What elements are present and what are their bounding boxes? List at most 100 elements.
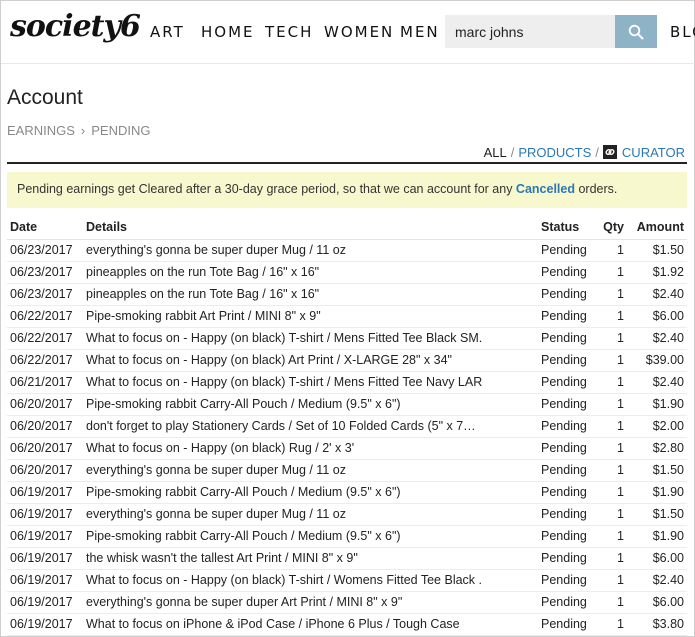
cell-amount: $39.00: [645, 353, 684, 367]
table-row: 06/20/2017 What to focus on - Happy (on b…: [7, 438, 687, 460]
cell-amount: $1.90: [652, 397, 684, 411]
cell-amount: $2.40: [652, 287, 684, 301]
cell-qty: 1: [617, 353, 624, 367]
notice-text: Pending earnings get Cleared after a 30-…: [17, 182, 516, 196]
cell-qty: 1: [617, 463, 624, 477]
cell-date: 06/23/2017: [10, 287, 73, 301]
cell-details: everything's gonna be super duper Mug / …: [86, 507, 346, 521]
cell-status: Pending: [541, 551, 587, 565]
cell-qty: 1: [617, 595, 624, 609]
cell-status: Pending: [541, 507, 587, 521]
cell-details: pineapples on the run Tote Bag / 16" x 1…: [86, 265, 320, 279]
cell-details: the whisk wasn't the tallest Art Print /…: [86, 551, 358, 565]
nav-item-art[interactable]: ART: [150, 23, 185, 41]
table-row: 06/23/2017 pineapples on the run Tote Bag…: [7, 262, 687, 284]
table-row: 06/19/2017 Pipe-smoking rabbit Carry-All …: [7, 526, 687, 548]
cell-qty: 1: [617, 375, 624, 389]
cell-qty: 1: [617, 573, 624, 587]
header-date: Date: [10, 220, 38, 234]
cell-details: Pipe-smoking rabbit Carry-All Pouch / Me…: [86, 397, 401, 411]
cell-status: Pending: [541, 397, 587, 411]
cell-date: 06/19/2017: [10, 485, 73, 499]
cell-amount: $6.00: [652, 595, 684, 609]
cell-status: Pending: [541, 485, 587, 499]
table-row: 06/22/2017 What to focus on - Happy (on b…: [7, 328, 687, 350]
logo[interactable]: society6: [10, 9, 141, 44]
cell-details: Pipe-smoking rabbit Carry-All Pouch / Me…: [86, 485, 401, 499]
cell-status: Pending: [541, 529, 587, 543]
cell-status: Pending: [541, 419, 587, 433]
cell-date: 06/22/2017: [10, 331, 73, 345]
table-row: 06/21/2017 What to focus on - Happy (on b…: [7, 372, 687, 394]
cell-details: What to focus on - Happy (on black) T-sh…: [86, 331, 483, 345]
nav-item-tech[interactable]: TECH: [265, 23, 313, 41]
cell-status: Pending: [541, 595, 587, 609]
search-button[interactable]: [615, 15, 657, 48]
cell-qty: 1: [617, 331, 624, 345]
table-header: Date Details Status Qty Amount: [7, 216, 687, 240]
cell-date: 06/20/2017: [10, 463, 73, 477]
cell-details: don't forget to play Stationery Cards / …: [86, 419, 476, 433]
table-row: 06/19/2017 everything's gonna be super du…: [7, 504, 687, 526]
cell-details: everything's gonna be super duper Mug / …: [86, 463, 346, 477]
cell-qty: 1: [617, 617, 624, 631]
cell-amount: $2.40: [652, 331, 684, 345]
search-input[interactable]: [445, 15, 615, 48]
cancelled-link[interactable]: Cancelled: [516, 182, 575, 196]
breadcrumb-earnings[interactable]: EARNINGS: [7, 123, 75, 138]
page-title: Account: [7, 86, 83, 109]
cell-status: Pending: [541, 617, 587, 631]
cell-date: 06/19/2017: [10, 595, 73, 609]
cell-qty: 1: [617, 441, 624, 455]
cell-amount: $1.92: [652, 265, 684, 279]
table-row: 06/19/2017 Pipe-smoking rabbit Carry-All …: [7, 482, 687, 504]
cell-details: What to focus on - Happy (on black) T-sh…: [86, 375, 483, 389]
nav-item-blog[interactable]: BLO: [670, 23, 695, 41]
cell-date: 06/23/2017: [10, 265, 73, 279]
table-row: 06/20/2017 don't forget to play Stationer…: [7, 416, 687, 438]
filter-curator[interactable]: CURATOR: [622, 145, 685, 160]
cell-status: Pending: [541, 309, 587, 323]
cell-amount: $1.50: [652, 463, 684, 477]
section-divider: [7, 162, 687, 164]
cell-date: 06/19/2017: [10, 529, 73, 543]
cell-date: 06/19/2017: [10, 551, 73, 565]
filter-products[interactable]: PRODUCTS: [518, 145, 591, 160]
cell-amount: $6.00: [652, 309, 684, 323]
cell-amount: $2.40: [652, 573, 684, 587]
nav-item-women[interactable]: WOMEN: [324, 23, 394, 41]
table-row: 06/22/2017 What to focus on - Happy (on b…: [7, 350, 687, 372]
table-row: 06/22/2017 Pipe-smoking rabbit Art Print …: [7, 306, 687, 328]
cell-status: Pending: [541, 573, 587, 587]
cell-amount: $1.50: [652, 243, 684, 257]
nav-item-men[interactable]: MEN: [400, 23, 440, 41]
breadcrumb: EARNINGS › PENDING: [7, 123, 150, 138]
cell-amount: $2.00: [652, 419, 684, 433]
cell-amount: $1.90: [652, 485, 684, 499]
cell-status: Pending: [541, 243, 587, 257]
cell-details: everything's gonna be super duper Mug / …: [86, 243, 346, 257]
cell-details: everything's gonna be super duper Art Pr…: [86, 595, 403, 609]
cell-status: Pending: [541, 287, 587, 301]
earnings-table: Date Details Status Qty Amount 06/23/201…: [7, 216, 687, 636]
cell-qty: 1: [617, 309, 624, 323]
notice-text-end: orders.: [574, 182, 618, 196]
nav-item-home[interactable]: HOME: [201, 23, 255, 41]
cell-amount: $2.40: [652, 375, 684, 389]
cell-date: 06/23/2017: [10, 243, 73, 257]
cell-status: Pending: [541, 441, 587, 455]
cell-amount: $2.80: [652, 441, 684, 455]
table-row: 06/20/2017 Pipe-smoking rabbit Carry-All …: [7, 394, 687, 416]
cell-details: Pipe-smoking rabbit Art Print / MINI 8" …: [86, 309, 321, 323]
cell-qty: 1: [617, 551, 624, 565]
cell-qty: 1: [617, 485, 624, 499]
cell-date: 06/19/2017: [10, 617, 73, 631]
cell-amount: $1.50: [652, 507, 684, 521]
header-status: Status: [541, 220, 580, 234]
filter-all[interactable]: ALL: [484, 145, 507, 160]
cell-status: Pending: [541, 331, 587, 345]
cell-date: 06/21/2017: [10, 375, 73, 389]
breadcrumb-chevron-icon: ›: [80, 123, 86, 138]
cell-qty: 1: [617, 529, 624, 543]
cell-amount: $6.00: [652, 551, 684, 565]
